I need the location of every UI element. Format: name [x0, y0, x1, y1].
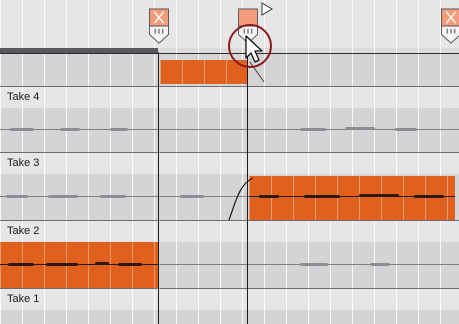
- take-4-label: Take 4: [7, 91, 40, 103]
- waveform-segment: [300, 263, 328, 266]
- comp-boundary-line[interactable]: [158, 52, 159, 324]
- waveform-segment: [100, 195, 126, 198]
- waveform-segment: [60, 128, 80, 131]
- take-3-header: [0, 152, 459, 174]
- take-2-header: [0, 220, 459, 242]
- waveform-segment: [95, 262, 109, 265]
- mouse-pointer-icon: [245, 35, 263, 63]
- take-1-lane[interactable]: [0, 310, 459, 324]
- comp-boundary-marker-icon[interactable]: [440, 8, 459, 44]
- waveform-segment: [300, 128, 326, 131]
- selection-flag-icon: [261, 2, 273, 16]
- waveform-segment: [359, 194, 399, 197]
- waveform-segment: [48, 195, 78, 198]
- waveform-segment: [259, 195, 279, 198]
- crossfade-curve: [228, 177, 254, 221]
- waveform-segment: [46, 263, 78, 266]
- waveform-segment: [6, 195, 28, 198]
- take-2-comp-region[interactable]: [0, 242, 158, 288]
- comp-editor: Take 4 Take 3 Take 2 Take 1: [0, 0, 459, 324]
- lane-separator: [0, 152, 459, 153]
- waveform-segment: [414, 195, 444, 198]
- take-3-label: Take 3: [7, 157, 40, 169]
- lane-separator: [0, 288, 459, 289]
- waveform-segment: [8, 263, 34, 266]
- take-4-header: [0, 86, 459, 108]
- take-1-label: Take 1: [7, 293, 40, 305]
- waveform-segment: [180, 195, 204, 198]
- waveform-segment: [370, 263, 390, 266]
- waveform-segment: [110, 128, 128, 131]
- take-2-label: Take 2: [7, 225, 40, 237]
- waveform-segment: [304, 195, 340, 198]
- waveform-segment: [118, 263, 142, 266]
- comp-region-selected[interactable]: [160, 60, 247, 84]
- waveform-segment: [10, 128, 34, 131]
- waveform-segment: [345, 127, 375, 130]
- lane-separator: [0, 86, 459, 87]
- comp-boundary-marker-icon[interactable]: [148, 8, 170, 44]
- waveform-segment: [395, 128, 417, 131]
- take-1-header: [0, 288, 459, 310]
- take-3-comp-region[interactable]: [249, 176, 455, 220]
